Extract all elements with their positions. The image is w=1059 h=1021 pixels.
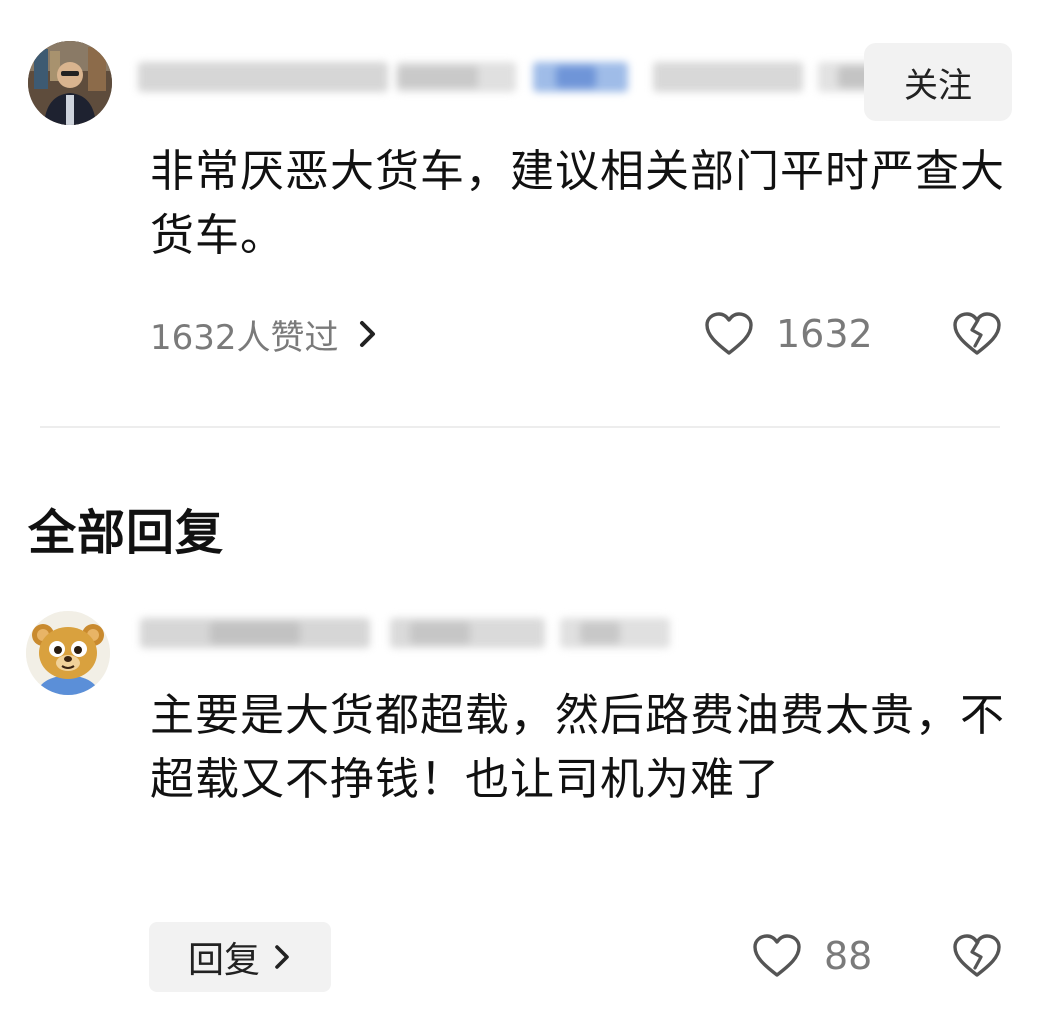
reply-like-count: 88	[824, 934, 873, 978]
liked-by-link[interactable]: 1632人赞过	[150, 306, 379, 362]
reply-button-label: 回复	[187, 940, 260, 981]
reply-author-avatar[interactable]	[26, 611, 110, 695]
broken-heart-icon	[953, 934, 1001, 977]
reply-button[interactable]: 回复	[149, 922, 331, 992]
follow-button[interactable]: 关注	[864, 43, 1012, 121]
broken-heart-icon	[953, 312, 1001, 355]
liked-by-label: 1632人赞过	[150, 317, 339, 358]
reply-dislike-button[interactable]	[949, 928, 1005, 984]
chevron-right-icon	[359, 321, 375, 347]
commenter-avatar-photo	[28, 41, 112, 125]
reply-like-button[interactable]: 88	[752, 928, 872, 984]
heart-outline-icon	[705, 312, 753, 355]
replies-section-title: 全部回复	[28, 505, 225, 561]
heart-outline-icon	[753, 934, 801, 977]
section-divider	[40, 426, 1000, 428]
comment-dislike-button[interactable]	[949, 306, 1005, 362]
commenter-avatar[interactable]	[28, 41, 112, 125]
chevron-right-icon	[275, 945, 289, 969]
comment-like-count: 1632	[776, 312, 873, 356]
reply-text: 主要是大货都超载，然后路费油费太贵，不超载又不挣钱！也让司机为难了	[150, 690, 1005, 805]
commenter-username-blurred[interactable]	[138, 56, 918, 98]
comment-like-button[interactable]: 1632	[704, 306, 873, 362]
reply-author-username-blurred[interactable]	[140, 612, 680, 654]
bear-avatar-icon	[26, 611, 110, 695]
comment-text: 非常厌恶大货车，建议相关部门平时严查大货车。	[150, 146, 1005, 261]
